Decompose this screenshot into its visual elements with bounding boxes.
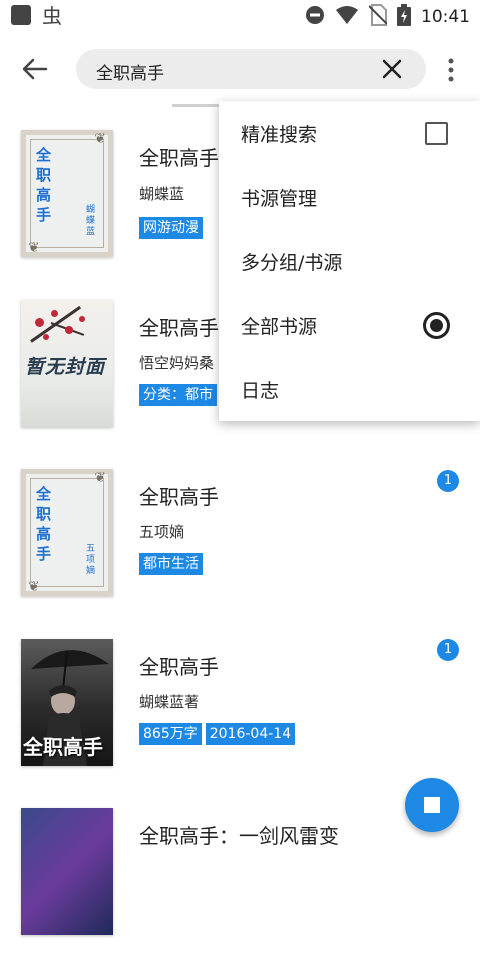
- back-button[interactable]: [14, 48, 56, 90]
- book-tags: 都市生活: [139, 553, 203, 575]
- cover-title: 全职高手: [36, 485, 52, 563]
- cover-placeholder-text: 暂无封面: [25, 356, 106, 378]
- app-square-icon: [10, 4, 32, 30]
- book-title: 全职高手：一剑风雷变: [139, 824, 339, 848]
- book-tag: 2016-04-14: [205, 723, 296, 745]
- cover-author: 蝴蝶蓝: [86, 205, 96, 237]
- list-item[interactable]: 1 ❦ ❦ 全职高手 五项嫡 全职高手 五项嫡 都市生活: [0, 467, 480, 627]
- no-sim-icon: [368, 4, 388, 30]
- menu-item-multi-group[interactable]: 多分组/书源: [219, 229, 480, 293]
- cover-title: 全职高手: [23, 735, 103, 759]
- menu-item-label: 多分组/书源: [241, 252, 343, 274]
- book-tag: 865万字: [139, 723, 202, 745]
- book-tags: 分类：都市: [139, 384, 217, 406]
- list-item[interactable]: 1 全职高手 全职高手 蝴蝶蓝著 865万字 2016-04-14: [0, 637, 480, 797]
- book-author: 蝴蝶蓝: [139, 185, 185, 203]
- overflow-menu: 精准搜索 书源管理 多分组/书源 全部书源 日志: [219, 101, 480, 421]
- book-title: 全职高手: [139, 485, 219, 509]
- cover-author: 五项嫡: [86, 544, 96, 576]
- search-input[interactable]: 全职高手: [76, 49, 426, 89]
- more-vert-icon: [448, 58, 454, 82]
- search-toolbar: 全职高手: [0, 34, 480, 104]
- menu-item-log[interactable]: 日志: [219, 357, 480, 421]
- book-title: 全职高手: [139, 146, 219, 170]
- menu-item-label: 书源管理: [241, 188, 318, 210]
- search-query[interactable]: 全职高手: [96, 59, 164, 84]
- stop-icon: [424, 797, 440, 813]
- arrow-left-icon: [22, 58, 48, 80]
- exact-search-checkbox[interactable]: [425, 122, 448, 145]
- book-tags: 865万字 2016-04-14: [139, 723, 296, 745]
- wifi-icon: [335, 5, 359, 29]
- book-author: 悟空妈妈桑: [139, 354, 215, 372]
- book-cover: ❦ ❦ 全职高手 五项嫡: [21, 469, 113, 596]
- menu-item-exact-search[interactable]: 精准搜索: [219, 101, 480, 165]
- list-item[interactable]: 全职高手：一剑风雷变: [0, 806, 480, 966]
- book-title: 全职高手: [139, 316, 219, 340]
- dnd-icon: [305, 5, 325, 29]
- source-count-badge: 1: [437, 470, 459, 492]
- clear-search-button[interactable]: [380, 57, 404, 81]
- book-title: 全职高手: [139, 655, 219, 679]
- more-options-button[interactable]: [440, 50, 462, 90]
- book-cover: 暂无封面: [21, 300, 113, 427]
- bug-icon: 虫: [42, 4, 66, 30]
- book-cover: 全职高手: [21, 639, 113, 766]
- menu-item-label: 全部书源: [241, 316, 318, 338]
- stop-search-button[interactable]: [405, 778, 459, 832]
- book-tag: 网游动漫: [139, 217, 203, 239]
- book-author: 五项嫡: [139, 523, 185, 541]
- status-time: 10:41: [421, 7, 470, 27]
- all-sources-radio[interactable]: [423, 312, 450, 339]
- cover-title: 全职高手: [36, 146, 52, 224]
- menu-item-source-management[interactable]: 书源管理: [219, 165, 480, 229]
- book-author: 蝴蝶蓝著: [139, 693, 200, 711]
- book-tag: 都市生活: [139, 553, 203, 575]
- menu-item-label: 日志: [241, 380, 280, 402]
- close-icon: [382, 59, 402, 79]
- book-cover: [21, 808, 113, 935]
- source-count-badge: 1: [437, 639, 459, 661]
- menu-item-label: 精准搜索: [241, 124, 318, 146]
- svg-text:虫: 虫: [42, 4, 62, 26]
- book-cover: ❦ ❦ 全职高手 蝴蝶蓝: [21, 130, 113, 257]
- battery-charging-icon: [397, 4, 411, 30]
- book-tag: 分类：都市: [139, 384, 217, 406]
- status-bar: 虫 10:41: [0, 0, 480, 34]
- book-tags: 网游动漫: [139, 217, 203, 239]
- progress-indicator: [172, 104, 222, 107]
- menu-item-all-sources[interactable]: 全部书源: [219, 293, 480, 357]
